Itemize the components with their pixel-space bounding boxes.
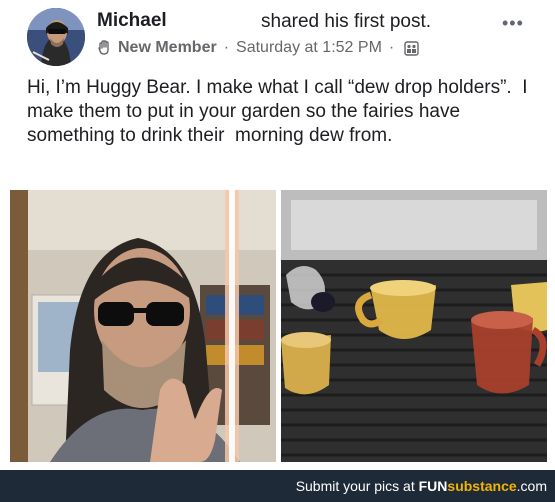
new-member-badge: New Member [118, 39, 217, 56]
post-action-text: shared his first post. [261, 11, 432, 32]
brand-substance[interactable]: substance [447, 478, 516, 494]
meta-separator-2: · [388, 39, 395, 56]
glass-cups-illustration [281, 190, 547, 462]
post-header: Michael shared his first post. ••• New M… [0, 0, 555, 70]
facebook-post: Michael shared his first post. ••• New M… [0, 0, 555, 470]
avatar-photo [27, 8, 85, 66]
post-text: Hi, I’m Huggy Bear. I make what I call “… [27, 77, 533, 146]
avatar[interactable] [27, 8, 85, 66]
wave-hand-icon [96, 39, 114, 57]
dew-drop-holders-photo[interactable] [281, 190, 547, 462]
post-meta: New Member · Saturday at 1:52 PM · [96, 39, 419, 57]
post-photos [10, 190, 547, 462]
selfie-illustration [10, 190, 276, 462]
more-options-icon[interactable]: ••• [502, 14, 524, 32]
footer-text: Submit your pics at FUNsubstance.com [296, 478, 547, 494]
post-timestamp[interactable]: Saturday at 1:52 PM [236, 39, 382, 57]
selfie-photo[interactable] [10, 190, 276, 462]
brand-com[interactable]: .com [517, 478, 547, 494]
watermark-footer: Submit your pics at FUNsubstance.com [0, 470, 555, 502]
brand-fun[interactable]: FUN [419, 478, 448, 494]
footer-prefix: Submit your pics at [295, 478, 419, 494]
meta-separator: · [223, 39, 230, 56]
group-privacy-icon[interactable] [404, 40, 419, 56]
author-name[interactable]: Michael [97, 10, 167, 32]
